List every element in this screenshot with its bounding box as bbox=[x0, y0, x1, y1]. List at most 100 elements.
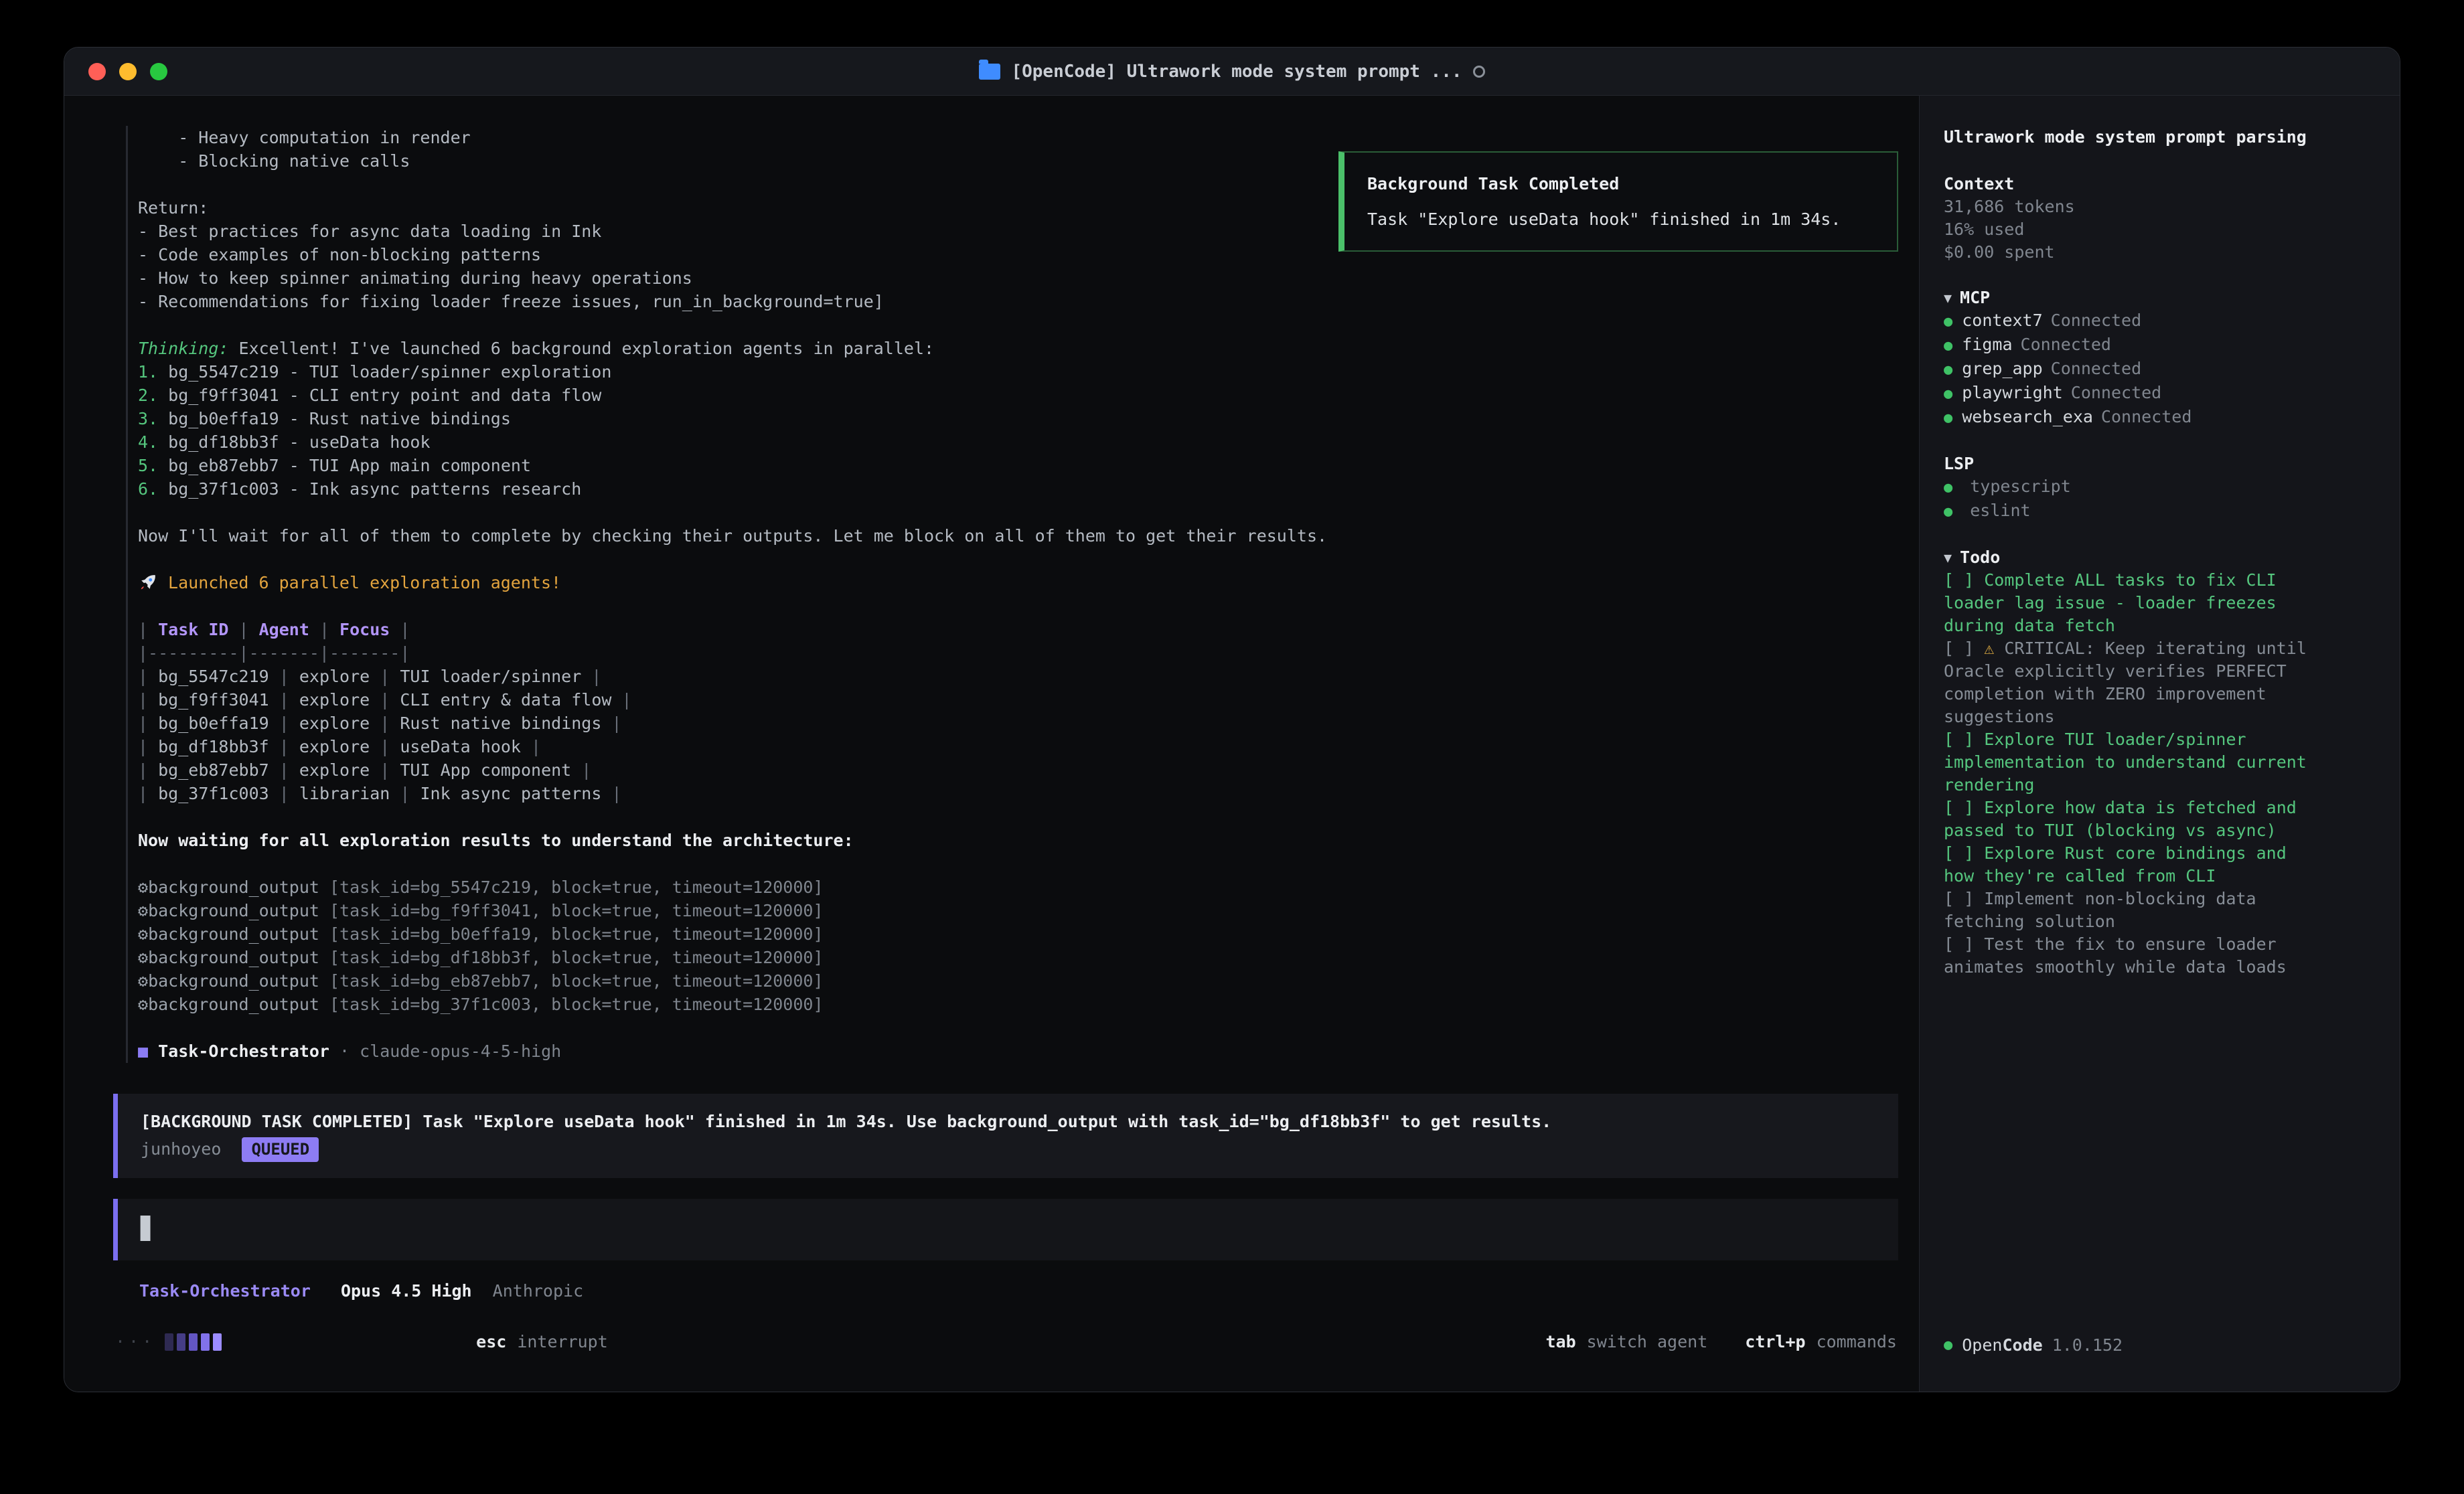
mcp-status: Connected bbox=[2051, 359, 2141, 378]
todo-checkbox: [ ] bbox=[1944, 639, 1984, 658]
keyboard-hint: ctrl+pcommands bbox=[1745, 1330, 1897, 1353]
composer-input[interactable]: ▊ bbox=[113, 1199, 1898, 1260]
mcp-name: figma bbox=[1962, 335, 2012, 354]
todo-item: [ ] Explore TUI loader/spinner implement… bbox=[1944, 728, 2323, 797]
todo-checkbox: [ ] bbox=[1944, 889, 1984, 908]
terminal-line: - How to keep spinner animating during h… bbox=[138, 266, 1327, 290]
app-version: 1.0.152 bbox=[2052, 1334, 2123, 1357]
terminal-line: - Blocking native calls bbox=[138, 149, 1327, 173]
status-bar: ··· escinterrupt tabswitch agentctrl+pco… bbox=[115, 1330, 1897, 1353]
status-dot-icon: ● bbox=[1944, 386, 1952, 402]
todo-list: [ ] Complete ALL tasks to fix CLI loader… bbox=[1944, 569, 2376, 979]
lsp-name: eslint bbox=[1970, 501, 2030, 520]
terminal-line: Now I'll wait for all of them to complet… bbox=[138, 524, 1327, 548]
terminal-line bbox=[138, 548, 1327, 571]
terminal-line: ⚙background_output [task_id=bg_37f1c003,… bbox=[138, 993, 1327, 1016]
terminal-line: ⚙background_output [task_id=bg_df18bb3f,… bbox=[138, 946, 1327, 969]
traffic-lights bbox=[88, 63, 167, 80]
terminal-line: 4. bg_df18bb3f - useData hook bbox=[138, 430, 1327, 454]
minimize-button[interactable] bbox=[119, 63, 137, 80]
terminal-line: | bg_b0effa19 | explore | Rust native bi… bbox=[138, 712, 1327, 735]
terminal-line bbox=[138, 313, 1327, 337]
task-completed-text: [BACKGROUND TASK COMPLETED] Task "Explor… bbox=[141, 1110, 1875, 1133]
lsp-item: ●eslint bbox=[1944, 499, 2376, 523]
gear-icon: ⚙ bbox=[138, 948, 148, 967]
progress-circle-icon bbox=[1473, 66, 1485, 78]
todo-text: Explore how data is fetched and passed t… bbox=[1944, 798, 2297, 840]
terminal-line: Launched 6 parallel exploration agents! bbox=[138, 571, 1327, 594]
terminal-line bbox=[138, 594, 1327, 618]
terminal-line: | bg_df18bb3f | explore | useData hook | bbox=[138, 735, 1327, 758]
mcp-item: ●figmaConnected bbox=[1944, 333, 2376, 357]
mcp-heading[interactable]: ▼ MCP bbox=[1944, 286, 2376, 309]
terminal-line bbox=[138, 805, 1327, 829]
task-message-meta: junhoyeo QUEUED bbox=[141, 1137, 1875, 1162]
esc-key-label: esc bbox=[476, 1332, 506, 1351]
mcp-heading-label: MCP bbox=[1960, 286, 1990, 309]
mcp-section: ▼ MCP ●context7Connected●figmaConnected●… bbox=[1944, 286, 2376, 430]
background-task-message: [BACKGROUND TASK COMPLETED] Task "Explor… bbox=[113, 1094, 1898, 1178]
terminal-line: Return: bbox=[138, 196, 1327, 220]
sidebar-footer: ● OpenCode 1.0.152 bbox=[1944, 1334, 2376, 1357]
progress-block bbox=[213, 1333, 222, 1351]
todo-item: [ ] ⚠ CRITICAL: Keep iterating until Ora… bbox=[1944, 637, 2323, 728]
terminal-line: 5. bg_eb87ebb7 - TUI App main component bbox=[138, 454, 1327, 477]
text-cursor: ▊ bbox=[141, 1216, 153, 1241]
todo-item: [ ] Explore how data is fetched and pass… bbox=[1944, 797, 2323, 842]
status-dot-icon: ● bbox=[1944, 313, 1952, 330]
todo-item: [ ] Explore Rust core bindings and how t… bbox=[1944, 842, 2323, 888]
gear-icon: ⚙ bbox=[138, 971, 148, 991]
status-dot-icon: ● bbox=[1944, 1334, 1952, 1357]
todo-item: [ ] Test the fix to ensure loader animat… bbox=[1944, 933, 2323, 979]
terminal-line: ■ Task-Orchestrator · claude-opus-4-5-hi… bbox=[138, 1040, 1327, 1063]
terminal-line: ⚙background_output [task_id=bg_b0effa19,… bbox=[138, 922, 1327, 946]
terminal-line: 1. bg_5547c219 - TUI loader/spinner expl… bbox=[138, 360, 1327, 384]
progress-block bbox=[201, 1333, 210, 1351]
brand-code: Code bbox=[2002, 1335, 2042, 1355]
todo-item: [ ] Complete ALL tasks to fix CLI loader… bbox=[1944, 569, 2323, 637]
warning-icon: ⚠ bbox=[1984, 639, 2004, 658]
mcp-item: ●context7Connected bbox=[1944, 309, 2376, 333]
mcp-item: ●playwrightConnected bbox=[1944, 382, 2376, 406]
statusbar-right: tabswitch agentctrl+pcommands bbox=[1545, 1330, 1897, 1353]
terminal-line: ⚙background_output [task_id=bg_f9ff3041,… bbox=[138, 899, 1327, 922]
todo-text: Explore TUI loader/spinner implementatio… bbox=[1944, 730, 2307, 795]
terminal-line bbox=[138, 852, 1327, 876]
chevron-down-icon: ▼ bbox=[1944, 546, 1952, 569]
window-title-text: [OpenCode] Ultrawork mode system prompt … bbox=[1011, 62, 1462, 82]
todo-item: [ ] Implement non-blocking data fetching… bbox=[1944, 888, 2323, 933]
zoom-button[interactable] bbox=[150, 63, 167, 80]
terminal-line: ⚙background_output [task_id=bg_eb87ebb7,… bbox=[138, 969, 1327, 993]
agent-icon: ■ bbox=[138, 1042, 148, 1061]
context-section: Context 31,686 tokens16% used$0.00 spent bbox=[1944, 173, 2376, 264]
terminal-line: | bg_37f1c003 | librarian | Ink async pa… bbox=[138, 782, 1327, 805]
window-title: [OpenCode] Ultrawork mode system prompt … bbox=[64, 48, 2400, 95]
terminal-line: - Heavy computation in render bbox=[138, 126, 1327, 149]
context-stat: 31,686 tokens bbox=[1944, 195, 2376, 218]
queued-badge: QUEUED bbox=[242, 1137, 319, 1162]
mcp-list: ●context7Connected●figmaConnected●grep_a… bbox=[1944, 309, 2376, 430]
terminal-line: 2. bg_f9ff3041 - CLI entry point and dat… bbox=[138, 384, 1327, 407]
todo-checkbox: [ ] bbox=[1944, 730, 1984, 749]
progress-block bbox=[165, 1333, 173, 1351]
status-dot-icon: ● bbox=[1944, 410, 1952, 426]
todo-text: Complete ALL tasks to fix CLI loader lag… bbox=[1944, 570, 2277, 635]
todo-section: ▼ Todo [ ] Complete ALL tasks to fix CLI… bbox=[1944, 546, 2376, 979]
mcp-name: websearch_exa bbox=[1962, 407, 2093, 426]
close-button[interactable] bbox=[88, 63, 106, 80]
notification-toast: Background Task Completed Task "Explore … bbox=[1338, 151, 1898, 252]
notification-title: Background Task Completed bbox=[1367, 174, 1874, 193]
model-name[interactable]: Opus 4.5 High bbox=[341, 1281, 472, 1301]
mcp-status: Connected bbox=[2071, 383, 2161, 402]
todo-checkbox: [ ] bbox=[1944, 843, 1984, 863]
todo-heading[interactable]: ▼ Todo bbox=[1944, 546, 2376, 569]
todo-checkbox: [ ] bbox=[1944, 798, 1984, 817]
context-stats: 31,686 tokens16% used$0.00 spent bbox=[1944, 195, 2376, 264]
terminal-line bbox=[138, 1016, 1327, 1040]
brand-open: Open bbox=[1962, 1335, 2002, 1355]
agent-name[interactable]: Task-Orchestrator bbox=[139, 1281, 311, 1301]
mcp-item: ●grep_appConnected bbox=[1944, 357, 2376, 382]
todo-text: Explore Rust core bindings and how they'… bbox=[1944, 843, 2287, 886]
terminal-line: 6. bg_37f1c003 - Ink async patterns rese… bbox=[138, 477, 1327, 501]
terminal-line: | Task ID | Agent | Focus | bbox=[138, 618, 1327, 641]
